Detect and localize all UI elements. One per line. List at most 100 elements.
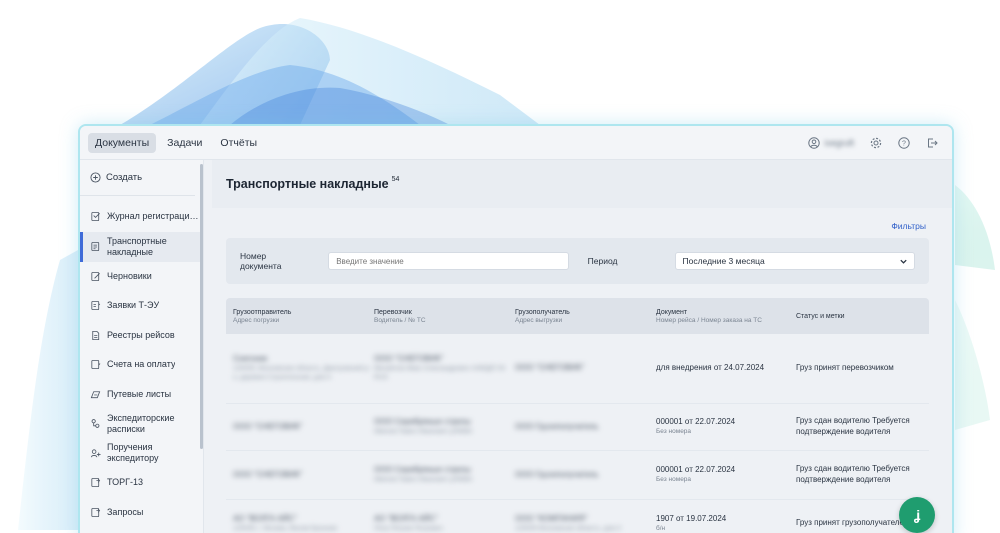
trip-number: Без номера	[656, 476, 692, 484]
tab-documents[interactable]: Документы	[88, 132, 157, 153]
help-icon[interactable]: ?	[898, 136, 910, 149]
carrier-cell: ООО "СНЕГОВИК" Михайлов Иван Александров…	[374, 354, 515, 382]
sidebar-item-requests-teu[interactable]: Заявки Т-ЭУ	[80, 291, 203, 321]
period-select-value: Последние 3 месяца	[682, 256, 765, 266]
chat-logo-icon: ʝ	[913, 507, 921, 523]
sidebar-item-label: Путевые листы	[107, 388, 172, 399]
status-cell: Груз принят перевозчиком	[796, 363, 936, 374]
sidebar-item-label: Заявки Т-ЭУ	[107, 300, 160, 311]
waybills-table: Грузоотправитель Адрес погрузки Перевозч…	[226, 298, 929, 533]
doc-number-input[interactable]	[328, 252, 569, 270]
column-subtitle: Адрес выгрузки	[515, 316, 563, 324]
sidebar-item-forwarding-receipts[interactable]: Экспедиторские расписки	[80, 409, 203, 439]
request-icon	[91, 301, 101, 311]
sidebar-item-invoices[interactable]: Счета на оплату	[80, 350, 203, 380]
column-header-shipper[interactable]: Грузоотправитель Адрес погрузки	[233, 309, 374, 324]
consignee-name: ООО Грузополучатель	[515, 421, 599, 431]
column-header-consignee[interactable]: Грузополучатель Адрес выгрузки	[515, 309, 656, 324]
sidebar: Создать Журнал регистрации ... Транспорт…	[80, 160, 204, 533]
filters-link[interactable]: Фильтры	[891, 221, 926, 231]
invoice-icon	[91, 360, 101, 370]
document-number: 000001 от 22.07.2024	[656, 417, 736, 427]
column-header-status[interactable]: Статус и метки	[796, 313, 936, 320]
sidebar-item-label: Журнал регистрации ...	[107, 211, 199, 222]
draft-icon	[91, 271, 100, 281]
sidebar-item-torg-13[interactable]: ТОРГ-13	[80, 468, 203, 498]
document-count-badge: 54	[391, 175, 400, 183]
shipper-address: 125009, Московская область, Дмитровский …	[233, 365, 371, 381]
document-cell: 000001 от 22.07.2024 Без номера	[656, 465, 796, 485]
user-icon	[808, 136, 821, 149]
sidebar-item-registration-journal[interactable]: Журнал регистрации ...	[80, 202, 203, 232]
trip-number: б/н	[656, 524, 666, 532]
shipper-cell: ООО "СНЕГОВИК"	[233, 422, 374, 433]
page-header: Транспортные накладные 54	[212, 160, 952, 208]
table-row[interactable]: АО "ВОЛГА АЙС" 125009, г. Москва, Малая …	[226, 500, 929, 533]
consignee-cell: ООО Грузополучатель	[515, 422, 656, 433]
carrier-name: ООО Серебряные стрелы	[374, 417, 471, 427]
document-number: 000001 от 22.07.2024	[656, 465, 736, 475]
sidebar-item-label: ТОРГ-13	[107, 477, 143, 488]
table-row[interactable]: Снегоник 125009, Московская область, Дми…	[226, 334, 929, 404]
shipper-cell: АО "ВОЛГА АЙС" 125009, г. Москва, Малая …	[233, 514, 374, 533]
column-title: Грузополучатель	[515, 308, 570, 316]
registry-icon	[92, 330, 100, 340]
journal-icon	[91, 212, 100, 222]
sidebar-item-forwarder-assignments[interactable]: Поручения экспедитору	[80, 439, 203, 469]
table-header: Грузоотправитель Адрес погрузки Перевозч…	[226, 298, 929, 334]
document-cell: для внедрения от 24.07.2024	[656, 363, 796, 374]
status-text: Груз принят перевозчиком	[796, 363, 894, 373]
shipper-name: Снегоник	[233, 354, 268, 364]
period-label: Период	[587, 256, 618, 266]
torg-icon	[91, 478, 101, 488]
sidebar-item-label: Реестры рейсов	[107, 329, 175, 340]
status-cell: Груз сдан водителю Требуется подтвержден…	[796, 464, 936, 486]
sidebar-item-waybills[interactable]: Путевые листы	[80, 380, 203, 410]
sidebar-item-transport-waybills[interactable]: Транспортные накладные	[80, 231, 203, 262]
document-number: 1907 от 19.07.2024	[656, 513, 727, 523]
sidebar-scrollbar[interactable]	[200, 164, 203, 449]
consignee-name: ООО "СНЕГОВИК"	[515, 363, 585, 373]
settings-gear-icon[interactable]	[870, 137, 882, 149]
carrier-name: ООО "СНЕГОВИК"	[374, 354, 444, 364]
logout-icon[interactable]	[926, 137, 938, 149]
sidebar-item-label: Транспортные накладные	[107, 235, 167, 257]
chat-support-button[interactable]: ʝ	[899, 497, 935, 533]
document-cell: 000001 от 22.07.2024 Без номера	[656, 417, 796, 437]
consignee-address: 125009 Московская область, дом 4	[515, 524, 621, 532]
column-header-document[interactable]: Документ Номер рейса / Номер заказа на Т…	[656, 309, 796, 324]
period-select[interactable]: Последние 3 месяца	[675, 252, 915, 270]
consignee-name: ООО Грузополучатель	[515, 469, 599, 479]
document-cell: 1907 от 19.07.2024 б/н	[656, 514, 796, 533]
topbar-actions: ivegruft ?	[808, 136, 944, 149]
doc-number-label: Номер документа	[240, 251, 282, 271]
shipper-name: АО "ВОЛГА АЙС"	[233, 513, 297, 523]
sidebar-item-queries[interactable]: Запросы	[80, 498, 203, 528]
carrier-driver: Михайлов Иван Александрович А456ДП 54 RU…	[374, 365, 505, 381]
consignee-cell: ООО Грузополучатель	[515, 470, 656, 481]
receipt-icon	[91, 419, 100, 429]
user-menu[interactable]: ivegruft	[808, 136, 854, 149]
column-title: Грузоотправитель	[233, 308, 292, 316]
column-header-carrier[interactable]: Перевозчик Водитель / № ТС	[374, 309, 515, 324]
carrier-cell: ООО Серебряные стрелы Ивенов Павел Ивано…	[374, 417, 515, 437]
create-label: Создать	[106, 172, 143, 183]
table-row[interactable]: ООО "СНЕГОВИК" ООО Серебряные стрелы Иве…	[226, 451, 929, 500]
carrier-cell: АО "ВОЛГА АЙС" Петр Петров Петрович	[374, 514, 515, 533]
tab-tasks[interactable]: Задачи	[160, 133, 209, 153]
status-text: Груз сдан водителю Требуется подтвержден…	[796, 464, 910, 484]
query-icon	[91, 507, 101, 517]
column-subtitle: Номер рейса / Номер заказа на ТС	[656, 316, 762, 324]
status-text: Груз сдан водителю Требуется подтвержден…	[796, 416, 910, 436]
shipper-name: ООО "СНЕГОВИК"	[233, 421, 303, 431]
document-number: для внедрения от 24.07.2024	[656, 363, 765, 373]
chevron-down-icon	[900, 259, 907, 264]
create-button[interactable]: Создать	[80, 160, 195, 196]
carrier-cell: ООО Серебряные стрелы Ивенов Павел Ивано…	[374, 465, 515, 485]
tab-reports[interactable]: Отчёты	[213, 133, 264, 153]
consignee-cell: ООО "СНЕГОВИК"	[515, 363, 656, 374]
table-row[interactable]: ООО "СНЕГОВИК" ООО Серебряные стрелы Иве…	[226, 404, 929, 451]
sidebar-item-trip-registries[interactable]: Реестры рейсов	[80, 321, 203, 351]
user-name: ivegruft	[824, 137, 854, 148]
sidebar-item-drafts[interactable]: Черновики	[80, 262, 203, 292]
